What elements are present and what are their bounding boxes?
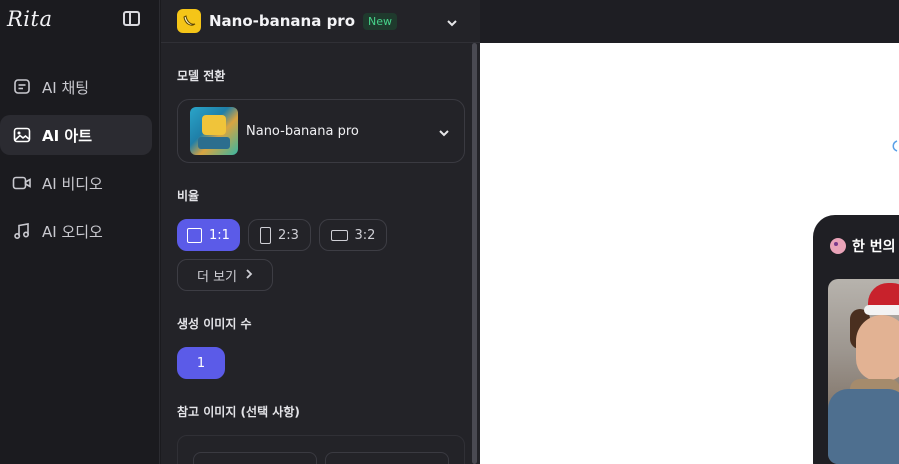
chevron-down-icon <box>438 124 450 143</box>
count-option-1[interactable]: 1 <box>177 347 225 379</box>
chat-icon <box>12 77 32 97</box>
model-header[interactable]: Nano-banana pro New <box>161 0 480 43</box>
ratio-option-3-2[interactable]: 3:2 <box>319 219 387 251</box>
count-value: 1 <box>196 355 206 371</box>
preview-title: 한 번의 <box>830 236 896 256</box>
reference-slot[interactable] <box>193 452 317 464</box>
ratio-label: 3:2 <box>354 227 376 243</box>
scrollbar[interactable] <box>472 43 477 464</box>
model-name: Nano-banana pro <box>246 123 359 139</box>
chevron-down-icon[interactable] <box>446 14 458 33</box>
chevron-right-icon <box>245 268 253 283</box>
sidebar: Rita AI 채팅 AI 아트 AI 비디오 AI 오디오 <box>0 0 160 464</box>
more-ratios-button[interactable]: 더 보기 <box>177 259 273 291</box>
ratio-label: 1:1 <box>209 227 230 243</box>
loading-icon <box>890 140 899 155</box>
portrait-icon <box>260 226 272 244</box>
banana-icon <box>177 9 201 33</box>
video-icon <box>12 173 32 193</box>
model-select[interactable]: Nano-banana pro <box>177 99 465 163</box>
palette-icon <box>830 238 846 254</box>
logo[interactable]: Rita <box>7 7 53 31</box>
sidebar-item-ai-chat[interactable]: AI 채팅 <box>0 67 152 107</box>
header-title: Nano-banana pro <box>209 12 356 30</box>
ratio-section-label: 비율 <box>177 189 200 203</box>
new-badge: New <box>363 12 398 30</box>
music-icon <box>12 221 32 241</box>
landscape-icon <box>330 229 348 241</box>
more-label: 더 보기 <box>196 269 237 285</box>
image-icon <box>12 125 32 145</box>
sidebar-item-label: AI 채팅 <box>42 78 90 97</box>
model-section-label: 모델 전환 <box>177 69 226 83</box>
sidebar-item-ai-video[interactable]: AI 비디오 <box>0 163 152 203</box>
reference-section-label: 참고 이미지 (선택 사항) <box>177 405 300 419</box>
sidebar-item-label: AI 비디오 <box>42 174 103 193</box>
ratio-option-1-1[interactable]: 1:1 <box>177 219 240 251</box>
model-thumbnail <box>190 107 238 155</box>
reference-slot[interactable] <box>325 452 449 464</box>
sidebar-item-label: AI 오디오 <box>42 222 103 241</box>
sidebar-item-ai-audio[interactable]: AI 오디오 <box>0 211 152 251</box>
preview-photo <box>828 279 899 464</box>
square-icon <box>187 227 203 243</box>
ratio-label: 2:3 <box>278 227 299 243</box>
sidebar-item-label: AI 아트 <box>42 126 93 145</box>
sidebar-toggle-icon[interactable] <box>123 11 140 26</box>
preview-title-text: 한 번의 <box>852 239 896 255</box>
count-section-label: 생성 이미지 수 <box>177 317 252 331</box>
sidebar-item-ai-art[interactable]: AI 아트 <box>0 115 152 155</box>
main-topbar <box>480 0 899 43</box>
ratio-option-2-3[interactable]: 2:3 <box>248 219 311 251</box>
